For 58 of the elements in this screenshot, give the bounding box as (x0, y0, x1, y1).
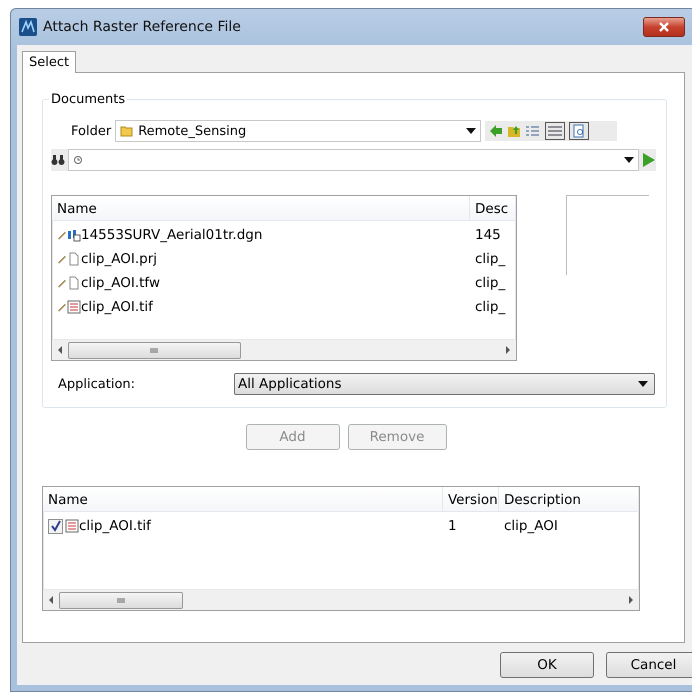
ok-button[interactable]: OK (500, 652, 594, 678)
grip-icon (150, 346, 159, 354)
column-header[interactable]: Desc (470, 196, 516, 220)
description-text: clip_AOI (504, 518, 558, 534)
description-text: 145 (475, 227, 501, 243)
folder-up-icon[interactable] (507, 124, 522, 138)
file-name[interactable]: 14553SURV_Aerial01tr.dgn (81, 227, 262, 243)
application-dropdown[interactable]: All Applications (234, 373, 655, 395)
file-name[interactable]: clip_AOI.prj (81, 251, 158, 267)
file-name[interactable]: clip_AOI.tif (81, 299, 153, 315)
back-arrow-icon[interactable] (489, 124, 504, 138)
image-file-icon (65, 519, 79, 533)
column-header[interactable]: Version (443, 487, 499, 511)
description-text: clip_ (475, 251, 506, 267)
folder-label: Folder (71, 124, 112, 138)
column-header[interactable]: Name (43, 487, 443, 511)
horizontal-scrollbar[interactable] (52, 339, 516, 360)
version-text: 1 (448, 518, 457, 534)
file-list[interactable]: Name Version Description clip_AOI.tif 1 clip_AOI (42, 486, 640, 611)
scroll-thumb[interactable] (68, 342, 241, 358)
close-icon (658, 21, 670, 33)
window-title: Attach Raster Reference File (43, 19, 242, 35)
scroll-right-icon[interactable] (504, 345, 512, 355)
file-icon (67, 252, 81, 266)
scroll-right-icon[interactable] (627, 595, 635, 605)
file-name[interactable]: clip_AOI.tfw (81, 275, 160, 291)
grip-icon (116, 596, 126, 604)
folder-dropdown[interactable]: Remote_Sensing (115, 120, 482, 142)
search-history-icon (73, 155, 83, 165)
binoculars-icon[interactable] (51, 154, 65, 166)
description-text: clip_ (475, 275, 506, 291)
close-button[interactable] (643, 17, 685, 37)
scroll-left-icon[interactable] (56, 345, 64, 355)
application-label: Application: (57, 376, 136, 392)
app-logo-icon (19, 18, 37, 36)
design-file-icon (67, 228, 81, 242)
folder-icon (120, 125, 134, 137)
checkbox[interactable] (48, 518, 63, 534)
scroll-thumb[interactable] (59, 592, 183, 608)
file-list[interactable]: Name Desc 14553SURV_Aerial01tr.dgn 145 clip_AOI.prj clip_ clip_AOI.tfw clip_ clip_AOI.tif clip_ (51, 195, 517, 361)
dropdown-caret-icon[interactable] (466, 128, 476, 134)
play-icon[interactable] (642, 152, 656, 168)
column-header[interactable]: Name (52, 196, 470, 220)
cancel-button[interactable]: Cancel (606, 652, 692, 678)
search-field[interactable] (68, 149, 639, 171)
tab[interactable]: Select (22, 51, 76, 73)
file-name[interactable]: clip_AOI.tif (79, 518, 151, 534)
description-text: clip_ (475, 299, 506, 315)
horizontal-scrollbar[interactable] (43, 589, 639, 610)
list-view-icon[interactable] (525, 124, 542, 138)
dropdown-caret-icon[interactable] (638, 381, 648, 387)
column-header[interactable]: Description (499, 487, 639, 511)
preview-icon[interactable] (569, 122, 590, 140)
image-file-icon (67, 300, 81, 314)
file-icon (67, 276, 81, 290)
scroll-left-icon[interactable] (47, 595, 55, 605)
details-view-icon[interactable] (545, 122, 566, 140)
search-caret-icon[interactable] (624, 157, 634, 163)
